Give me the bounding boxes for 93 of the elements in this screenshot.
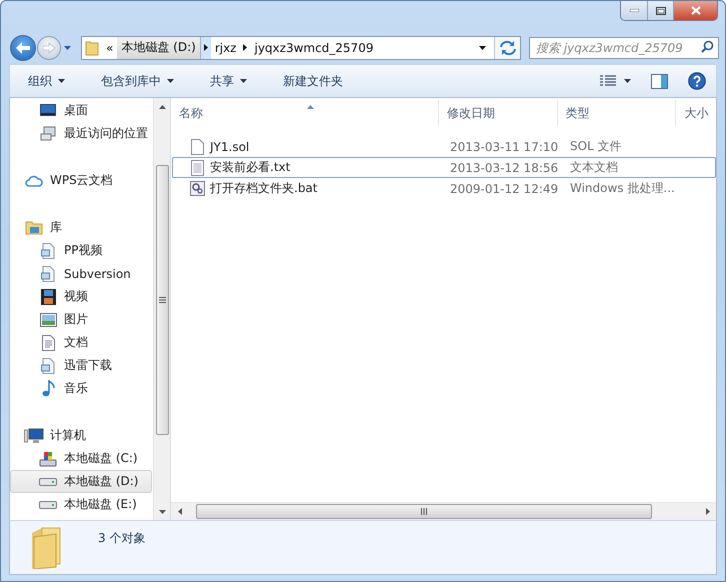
file-row[interactable]: 安装前必看.txt 2013-03-12 18:56 文本文档	[172, 157, 716, 178]
help-button[interactable]	[688, 72, 706, 90]
overflow-button[interactable]: «	[102, 36, 118, 58]
folder-icon	[25, 220, 43, 235]
sidebar-item[interactable]: 视频	[10, 285, 152, 308]
scroll-down-icon[interactable]	[158, 510, 166, 514]
modified-date: 2013-03-11 17:10	[449, 140, 560, 154]
film-icon	[40, 288, 56, 304]
dropdown-caret-icon	[479, 46, 486, 50]
document-icon	[41, 266, 55, 282]
text-file-icon	[190, 160, 204, 176]
chevron-right-icon	[204, 44, 208, 51]
monitor-icon	[40, 104, 56, 118]
drive-icon	[39, 500, 57, 508]
sidebar-item[interactable]: PP视频	[10, 239, 152, 262]
drive-icon	[39, 450, 57, 466]
dropdown-caret-icon	[64, 46, 71, 50]
sort-ascending-icon	[307, 105, 314, 109]
modified-date: 2013-03-12 18:56	[449, 160, 560, 174]
history-dropdown-button[interactable]	[62, 46, 73, 50]
document-icon	[42, 334, 54, 350]
sidebar-item[interactable]: 本地磁盘 (C:)	[10, 447, 152, 470]
sidebar-item[interactable]: 计算机	[10, 424, 152, 447]
sidebar-item[interactable]: WPS云文档	[10, 169, 152, 192]
address-bar[interactable]: « 本地磁盘 (D:) rjxz jyqxz3wmcd_25709	[81, 36, 521, 60]
right-arrow-icon	[43, 42, 55, 52]
chevron-right-icon	[243, 44, 248, 51]
file-row[interactable]: 打开存档文件夹.bat 2009-01-12 12:49 Windows 批处理...	[172, 178, 716, 199]
document-icon	[41, 242, 55, 258]
file-name: 打开存档文件夹.bat	[210, 180, 318, 197]
search-field[interactable]: 搜索 jyqxz3wmcd_25709	[529, 36, 719, 58]
scroll-up-icon[interactable]	[158, 104, 166, 108]
breadcrumb[interactable]: 本地磁盘 (D:)	[117, 36, 201, 58]
sidebar-item[interactable]: Subversion	[10, 262, 152, 285]
cloud-icon	[25, 174, 43, 188]
preview-pane-button[interactable]	[651, 74, 668, 88]
refresh-arrows-icon	[500, 40, 516, 54]
drive-icon	[39, 478, 57, 486]
preview-pane-icon	[651, 74, 668, 88]
folder-icon	[85, 40, 99, 56]
column-header[interactable]: 大小	[676, 100, 716, 126]
refresh-button[interactable]	[494, 36, 520, 58]
toolbar-button[interactable]: 组织	[20, 68, 73, 94]
left-arrow-icon	[16, 42, 30, 54]
minimize-button[interactable]	[621, 1, 647, 20]
scrollbar-thumb[interactable]	[196, 504, 652, 519]
file-name: 安装前必看.txt	[210, 159, 290, 176]
grip-icon	[158, 297, 166, 303]
forward-button[interactable]	[37, 36, 61, 60]
modified-date: 2009-01-12 12:49	[449, 182, 560, 196]
file-icon	[190, 138, 204, 154]
help-icon	[688, 72, 706, 90]
sidebar-item[interactable]: 文档	[10, 331, 152, 354]
sidebar-item[interactable]: 库	[10, 216, 152, 239]
file-type: SOL 文件	[569, 138, 622, 155]
file-row[interactable]: JY1.sol 2013-03-11 17:10 SOL 文件	[172, 136, 716, 157]
search-icon	[701, 40, 714, 52]
scroll-left-icon[interactable]	[178, 508, 182, 515]
maximize-icon	[656, 6, 666, 14]
grip-icon	[421, 508, 427, 515]
toolbar-button[interactable]: 包含到库中	[93, 68, 182, 94]
column-header[interactable]: 修改日期	[438, 100, 558, 126]
details-view-icon	[600, 75, 616, 87]
file-type: 文本文档	[569, 159, 618, 176]
item-count: 3 个对象	[98, 530, 146, 547]
sidebar-item[interactable]: 本地磁盘 (E:)	[10, 493, 152, 516]
toolbar-button[interactable]: 新建文件夹	[275, 68, 351, 94]
file-name: JY1.sol	[210, 140, 250, 154]
back-button[interactable]	[10, 34, 36, 60]
close-icon	[690, 6, 700, 15]
sidebar-item[interactable]: 图片	[10, 308, 152, 331]
minimize-icon	[630, 9, 638, 12]
sidebar-item[interactable]: 音乐	[10, 377, 152, 400]
music-note-icon	[42, 380, 54, 397]
sidebar-item[interactable]: 迅雷下载	[10, 354, 152, 377]
sidebar-item[interactable]: 最近访问的位置	[10, 122, 152, 145]
column-header[interactable]: 类型	[558, 100, 676, 126]
view-options-button[interactable]	[600, 75, 631, 87]
toolbar-button[interactable]: 共享	[202, 68, 255, 94]
computer-icon	[24, 428, 44, 444]
dropdown-caret-icon	[624, 79, 631, 83]
picture-icon	[40, 312, 56, 326]
close-button[interactable]	[673, 1, 717, 20]
breadcrumb[interactable]: jyqxz3wmcd_25709	[250, 36, 378, 58]
scroll-right-icon[interactable]	[706, 508, 710, 515]
breadcrumb[interactable]: rjxz	[210, 36, 240, 58]
scrollbar-thumb[interactable]	[156, 165, 168, 435]
sidebar-item[interactable]: 桌面	[10, 99, 152, 122]
maximize-button[interactable]	[647, 1, 673, 20]
sidebar-item[interactable]: 本地磁盘 (D:)	[10, 470, 152, 493]
file-type: Windows 批处理...	[569, 180, 675, 197]
gear-file-icon	[190, 181, 204, 196]
document-icon	[41, 358, 55, 374]
